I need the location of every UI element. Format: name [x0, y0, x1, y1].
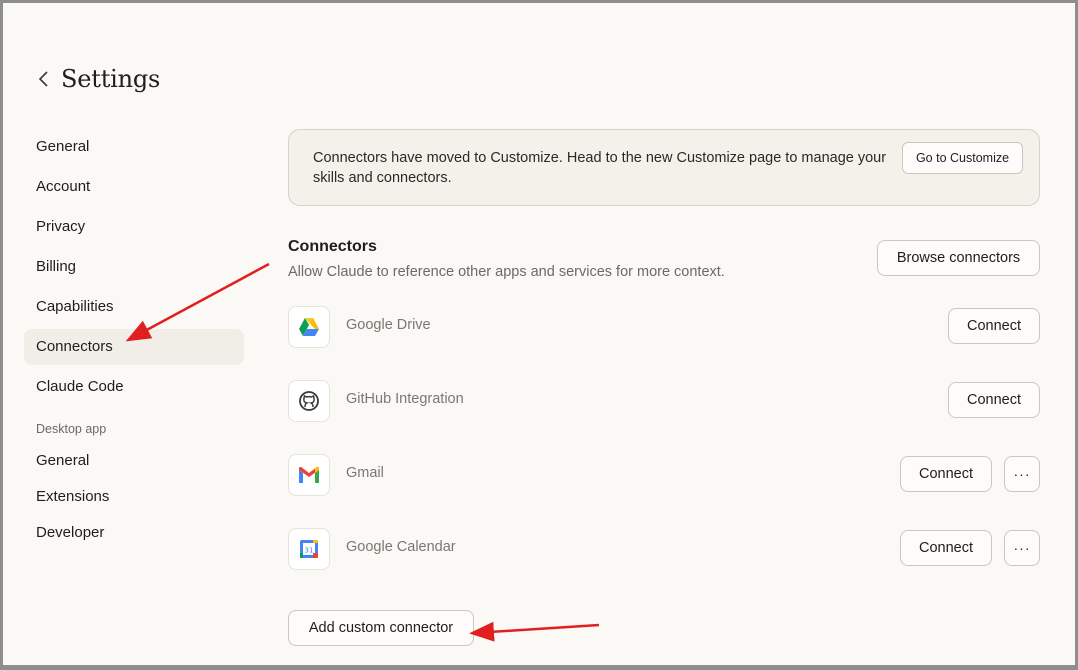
- sidebar-item-billing[interactable]: Billing: [24, 249, 244, 285]
- github-icon: [288, 380, 330, 422]
- connect-button-google-drive[interactable]: Connect: [948, 308, 1040, 344]
- customize-banner: Connectors have moved to Customize. Head…: [288, 129, 1040, 206]
- sidebar-item-capabilities[interactable]: Capabilities: [24, 289, 244, 325]
- desktop-app-section-label: Desktop app: [36, 422, 107, 436]
- calendar-date-text: 31: [305, 547, 314, 555]
- page-title: Settings: [61, 65, 161, 93]
- sidebar-item-claude-code[interactable]: Claude Code: [24, 369, 244, 405]
- title-row: Settings: [37, 65, 160, 93]
- sidebar-item-general[interactable]: General: [24, 129, 244, 165]
- connector-name: Google Calendar: [346, 539, 456, 555]
- sidebar-item-desktop-general[interactable]: General: [24, 445, 244, 477]
- gmail-icon: [288, 454, 330, 496]
- browse-connectors-button[interactable]: Browse connectors: [877, 240, 1040, 276]
- connect-button-gmail[interactable]: Connect: [900, 456, 992, 492]
- connector-name: Gmail: [346, 465, 384, 481]
- banner-text: Connectors have moved to Customize. Head…: [313, 150, 887, 186]
- sidebar: General Account Privacy Billing Capabili…: [24, 129, 244, 553]
- add-custom-connector-button[interactable]: Add custom connector: [288, 610, 474, 646]
- connector-row-gmail: Gmail Connect ···: [288, 454, 1040, 496]
- connect-button-github[interactable]: Connect: [948, 382, 1040, 418]
- more-options-button-gmail[interactable]: ···: [1004, 456, 1040, 492]
- more-options-button-google-calendar[interactable]: ···: [1004, 530, 1040, 566]
- chevron-left-icon[interactable]: [37, 69, 51, 89]
- connector-row-github: GitHub Integration Connect: [288, 380, 1040, 422]
- connector-name: Google Drive: [346, 317, 431, 333]
- connector-row-google-drive: Google Drive Connect: [288, 306, 1040, 348]
- google-calendar-icon: 31: [288, 528, 330, 570]
- go-to-customize-button[interactable]: Go to Customize: [902, 142, 1023, 174]
- sidebar-item-connectors[interactable]: Connectors: [24, 329, 244, 365]
- google-drive-icon: [288, 306, 330, 348]
- connectors-description: Allow Claude to reference other apps and…: [288, 264, 725, 280]
- connectors-heading: Connectors: [288, 238, 377, 255]
- sidebar-item-extensions[interactable]: Extensions: [24, 481, 244, 513]
- connect-button-google-calendar[interactable]: Connect: [900, 530, 992, 566]
- sidebar-item-account[interactable]: Account: [24, 169, 244, 205]
- connector-name: GitHub Integration: [346, 391, 464, 407]
- sidebar-item-developer[interactable]: Developer: [24, 517, 244, 549]
- connector-row-google-calendar: 31 Google Calendar Connect ···: [288, 528, 1040, 570]
- sidebar-item-privacy[interactable]: Privacy: [24, 209, 244, 245]
- settings-window: Settings General Account Privacy Billing…: [3, 3, 1075, 665]
